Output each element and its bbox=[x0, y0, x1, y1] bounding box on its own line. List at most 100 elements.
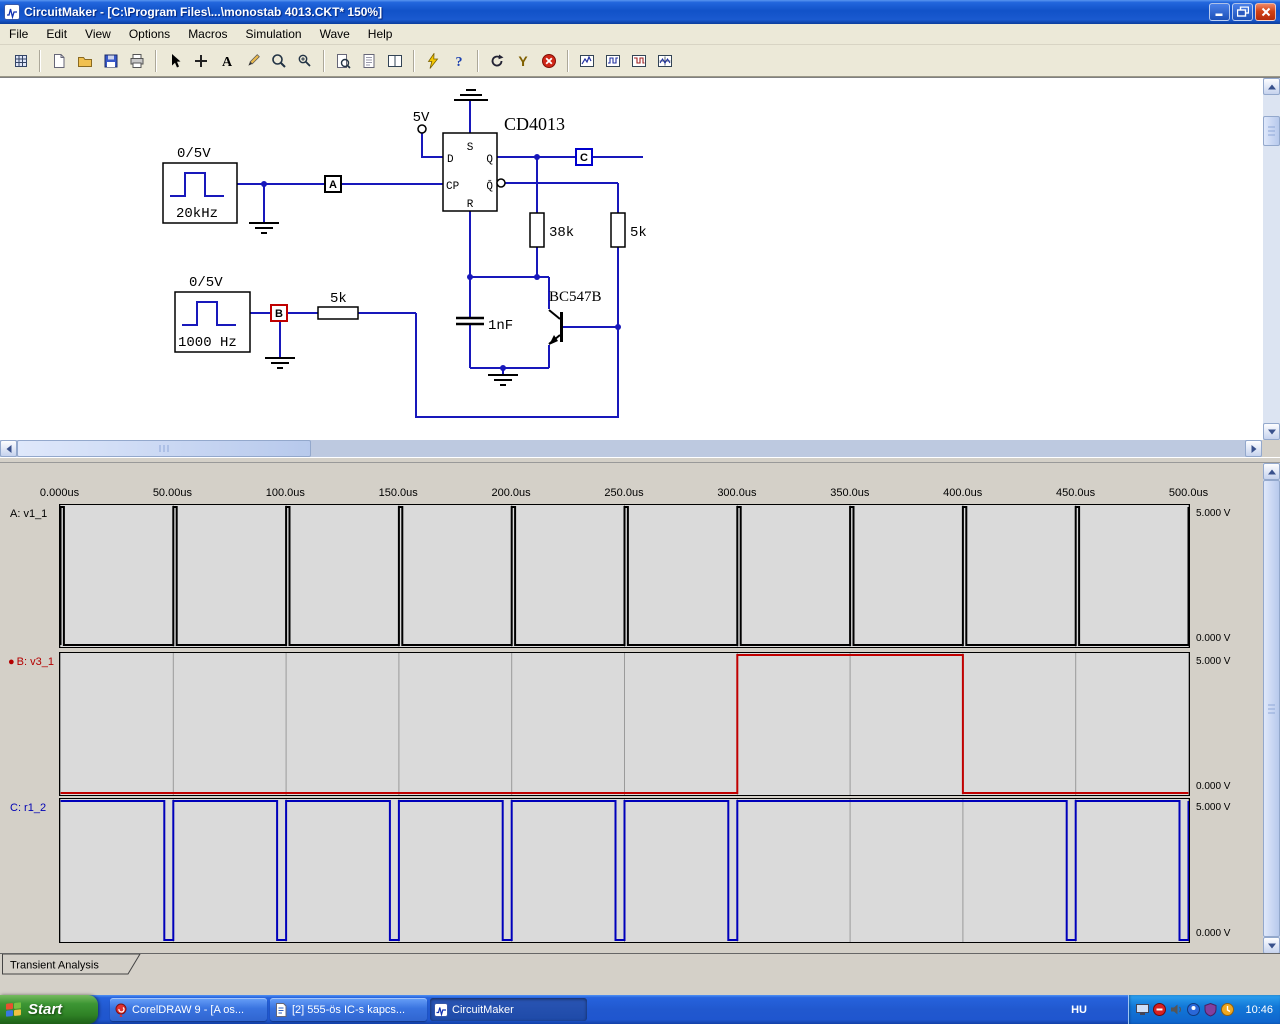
transient-analysis-tab[interactable]: Transient Analysis bbox=[2, 954, 162, 975]
scroll-thumb[interactable] bbox=[1263, 116, 1280, 146]
schematic-hscrollbar[interactable] bbox=[0, 440, 1262, 457]
text-tool-button[interactable]: A bbox=[214, 48, 240, 74]
task-circuitmaker[interactable]: CircuitMaker bbox=[430, 998, 587, 1021]
probe-c[interactable]: C bbox=[575, 148, 593, 166]
menu-help[interactable]: Help bbox=[359, 25, 402, 43]
circuitmaker-app-icon[interactable] bbox=[4, 4, 20, 20]
menu-edit[interactable]: Edit bbox=[37, 25, 76, 43]
new-button[interactable] bbox=[46, 48, 72, 74]
arrow-tool-button[interactable] bbox=[162, 48, 188, 74]
simulate-button[interactable] bbox=[420, 48, 446, 74]
pin-s-label: S bbox=[467, 142, 474, 154]
scroll-left-button[interactable] bbox=[0, 440, 17, 457]
open-button[interactable] bbox=[72, 48, 98, 74]
fit-page-button[interactable] bbox=[330, 48, 356, 74]
probe-b[interactable]: B bbox=[270, 304, 288, 322]
scroll-down-button[interactable] bbox=[1263, 937, 1280, 954]
scroll-down-button[interactable] bbox=[1263, 423, 1280, 440]
schematic-canvas[interactable]: A B C 0/5V 20kHz 0/5V 1000 Hz 5V CD4013 … bbox=[0, 78, 1263, 440]
start-button[interactable]: Start bbox=[0, 995, 98, 1024]
split-view-button[interactable] bbox=[382, 48, 408, 74]
scroll-up-button[interactable] bbox=[1263, 78, 1280, 95]
schematic-vscrollbar[interactable] bbox=[1263, 78, 1280, 440]
text-a-icon: A bbox=[222, 55, 233, 69]
task-coreldraw[interactable]: CorelDRAW 9 - [A os... bbox=[110, 998, 267, 1021]
waveform-vscrollbar[interactable] bbox=[1263, 463, 1280, 954]
save-icon bbox=[104, 54, 118, 67]
scope-1-button[interactable] bbox=[600, 48, 626, 74]
scroll-thumb[interactable] bbox=[17, 440, 311, 457]
zoom-select-button[interactable] bbox=[292, 48, 318, 74]
analysis-tab-row: Transient Analysis bbox=[0, 953, 1280, 975]
circuitmaker-icon bbox=[434, 1002, 448, 1017]
menubar: File Edit View Options Macros Simulation… bbox=[0, 24, 1280, 45]
resistor-38k[interactable] bbox=[529, 212, 545, 248]
language-indicator[interactable]: HU bbox=[1063, 995, 1095, 1024]
scope-2-button[interactable] bbox=[626, 48, 652, 74]
channel-c-plot[interactable] bbox=[59, 798, 1190, 943]
cursor-icon bbox=[172, 53, 181, 67]
channel-b-label[interactable]: ● B: v3_1 bbox=[8, 656, 54, 668]
capacitor-label: 1nF bbox=[488, 318, 513, 334]
toolbar-separator bbox=[323, 49, 325, 72]
menu-file[interactable]: File bbox=[0, 25, 37, 43]
scope-3-button[interactable] bbox=[652, 48, 678, 74]
task-coreldraw-doc2[interactable]: [2] 555-ös IC-s kapcs... bbox=[270, 998, 427, 1021]
menu-view[interactable]: View bbox=[76, 25, 120, 43]
reset-button[interactable] bbox=[484, 48, 510, 74]
menu-wave[interactable]: Wave bbox=[311, 25, 359, 43]
maximize-button[interactable] bbox=[1232, 3, 1253, 21]
minimize-button[interactable] bbox=[1209, 3, 1230, 21]
zoom-small-icon bbox=[298, 54, 311, 67]
monitor-icon[interactable] bbox=[1135, 1002, 1150, 1017]
scroll-up-button[interactable] bbox=[1263, 463, 1280, 480]
sheet-button[interactable] bbox=[356, 48, 382, 74]
channel-a-plot[interactable] bbox=[59, 504, 1190, 648]
lightning-icon bbox=[427, 52, 439, 69]
menu-options[interactable]: Options bbox=[120, 25, 179, 43]
capacitor-1nf[interactable] bbox=[456, 316, 484, 326]
vcc-terminal[interactable] bbox=[417, 124, 427, 134]
probe-a[interactable]: A bbox=[324, 175, 342, 193]
channel-b-plot[interactable] bbox=[59, 652, 1190, 796]
scroll-thumb[interactable] bbox=[1263, 480, 1280, 937]
help-tool-button[interactable]: ? bbox=[446, 48, 472, 74]
update-icon[interactable] bbox=[1220, 1002, 1235, 1017]
resistor-5k-series[interactable] bbox=[317, 306, 359, 320]
waveform-channel-c: C: r1_2 5.000 V 0.000 V bbox=[0, 798, 1263, 943]
security-icon[interactable] bbox=[1203, 1002, 1218, 1017]
probe-tool-button[interactable]: Y bbox=[510, 48, 536, 74]
wire-tool-button[interactable] bbox=[188, 48, 214, 74]
edit-tool-button[interactable] bbox=[240, 48, 266, 74]
volume-icon[interactable] bbox=[1169, 1002, 1184, 1017]
taskbar-clock: 10:46 bbox=[1245, 1003, 1273, 1016]
save-button[interactable] bbox=[98, 48, 124, 74]
channel-b-max-label: 5.000 V bbox=[1196, 656, 1231, 667]
menu-macros[interactable]: Macros bbox=[179, 25, 236, 43]
ic-cd4013[interactable] bbox=[442, 132, 506, 212]
stop-button[interactable] bbox=[536, 48, 562, 74]
channel-a-label[interactable]: A: v1_1 bbox=[8, 508, 47, 520]
menu-simulation[interactable]: Simulation bbox=[237, 25, 311, 43]
channel-c-label[interactable]: C: r1_2 bbox=[8, 802, 46, 814]
close-button[interactable] bbox=[1255, 3, 1276, 21]
print-button[interactable] bbox=[124, 48, 150, 74]
toolbar: A ? Y bbox=[0, 45, 1280, 77]
chip-icon bbox=[15, 54, 27, 67]
parts-browser-button[interactable] bbox=[8, 48, 34, 74]
messenger-icon[interactable] bbox=[1186, 1002, 1201, 1017]
waveform-window-button[interactable] bbox=[574, 48, 600, 74]
zoom-tool-button[interactable] bbox=[266, 48, 292, 74]
wire-plus-icon bbox=[195, 54, 207, 67]
tab-label: Transient Analysis bbox=[10, 960, 99, 972]
channel-c-max-label: 5.000 V bbox=[1196, 802, 1231, 813]
toolbar-separator bbox=[567, 49, 569, 72]
resistor-5k-vertical[interactable] bbox=[610, 212, 626, 248]
titlebar: CircuitMaker - [C:\Program Files\...\mon… bbox=[0, 0, 1280, 24]
antivirus-icon[interactable] bbox=[1152, 1002, 1167, 1017]
system-tray: 10:46 bbox=[1128, 995, 1280, 1024]
supply-label: 5V bbox=[413, 110, 430, 126]
scroll-right-button[interactable] bbox=[1245, 440, 1262, 457]
waveform-channel-b: ● B: v3_1 5.000 V 0.000 V bbox=[0, 652, 1263, 796]
transistor-bc547b[interactable] bbox=[548, 309, 563, 345]
